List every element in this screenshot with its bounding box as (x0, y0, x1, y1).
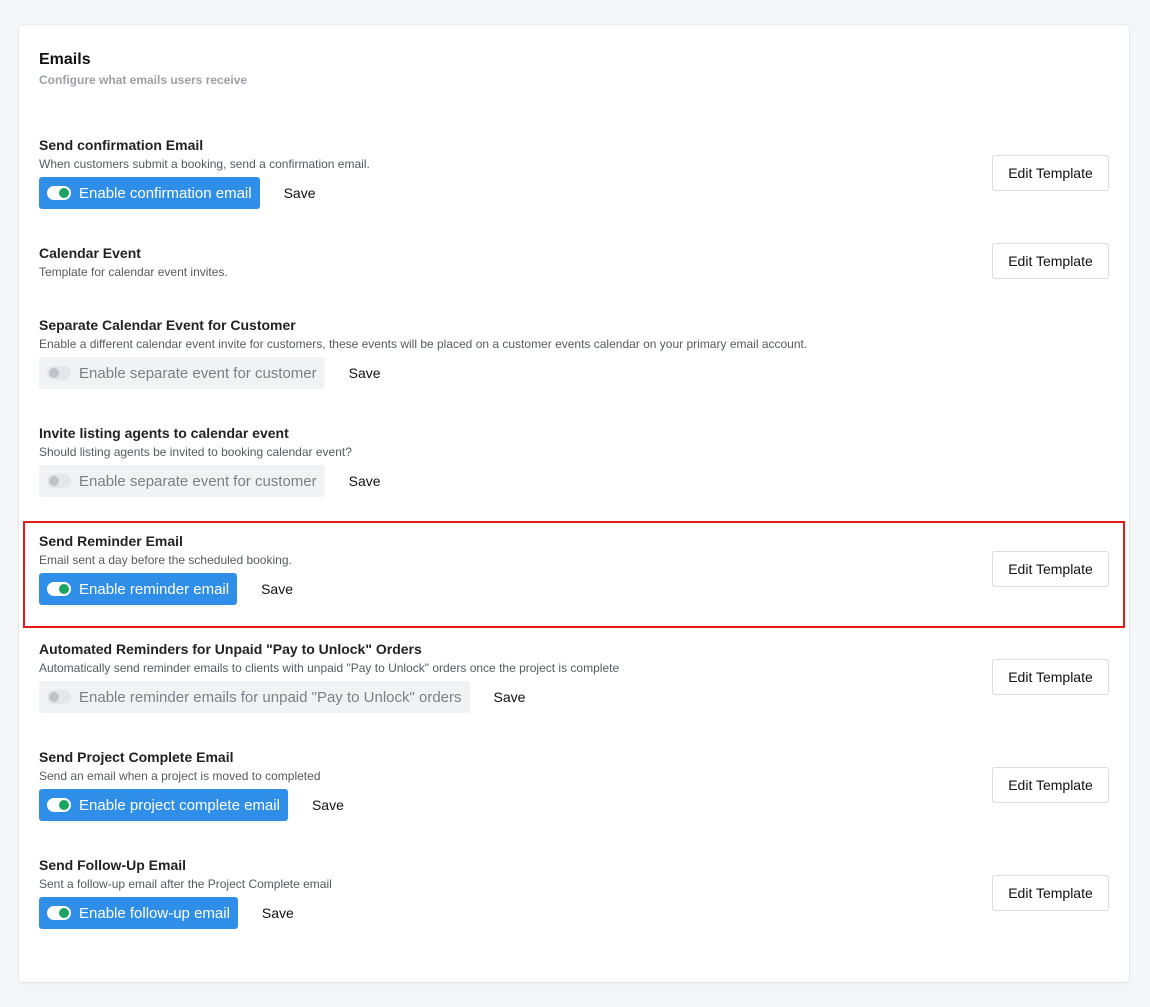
toggle-switch-icon (47, 798, 71, 812)
toggle-label: Enable separate event for customer (79, 364, 317, 382)
edit-template-button-unpaid-reminders[interactable]: Edit Template (992, 659, 1109, 695)
page-subtitle: Configure what emails users receive (39, 73, 248, 87)
section-description: Automatically send reminder emails to cl… (39, 661, 620, 675)
enable-confirmation-email-toggle[interactable]: Enable confirmation email (39, 177, 260, 209)
save-button[interactable]: Save (494, 689, 526, 705)
section-title: Invite listing agents to calendar event (39, 425, 289, 441)
toggle-label: Enable confirmation email (79, 184, 252, 202)
toggle-label: Enable reminder email (79, 580, 230, 598)
section-title: Send Project Complete Email (39, 749, 234, 765)
toggle-switch-icon (47, 474, 71, 488)
toggle-label: Enable separate event for customer (79, 472, 317, 490)
save-button[interactable]: Save (349, 365, 381, 381)
section-controls: Enable separate event for customer Save (39, 357, 381, 389)
section-description: Template for calendar event invites. (39, 265, 228, 279)
toggle-switch-icon (47, 186, 71, 200)
toggle-switch-icon (47, 906, 71, 920)
section-title: Calendar Event (39, 245, 141, 261)
section-title: Separate Calendar Event for Customer (39, 317, 296, 333)
enable-follow-up-toggle[interactable]: Enable follow-up email (39, 897, 238, 929)
edit-template-button-reminder[interactable]: Edit Template (992, 551, 1109, 587)
toggle-label: Enable follow-up email (79, 904, 230, 922)
enable-unpaid-reminders-toggle[interactable]: Enable reminder emails for unpaid "Pay t… (39, 681, 470, 713)
enable-separate-event-toggle[interactable]: Enable separate event for customer (39, 357, 325, 389)
section-title: Send confirmation Email (39, 137, 204, 153)
save-button[interactable]: Save (312, 797, 344, 813)
section-controls: Enable separate event for customer Save (39, 465, 381, 497)
section-description: Sent a follow-up email after the Project… (39, 877, 332, 891)
edit-template-button-project-complete[interactable]: Edit Template (992, 767, 1109, 803)
invite-listing-agents-toggle[interactable]: Enable separate event for customer (39, 465, 325, 497)
edit-template-button-confirmation[interactable]: Edit Template (992, 155, 1109, 191)
save-button[interactable]: Save (284, 185, 316, 201)
section-description: When customers submit a booking, send a … (39, 157, 370, 171)
save-button[interactable]: Save (262, 905, 294, 921)
section-description: Email sent a day before the scheduled bo… (39, 553, 292, 567)
section-title: Send Follow-Up Email (39, 857, 187, 873)
enable-reminder-email-toggle[interactable]: Enable reminder email (39, 573, 238, 605)
section-description: Enable a different calendar event invite… (39, 337, 808, 351)
save-button[interactable]: Save (349, 473, 381, 489)
section-controls: Enable confirmation email Save (39, 177, 316, 209)
save-button[interactable]: Save (261, 581, 293, 597)
edit-template-button-follow-up[interactable]: Edit Template (992, 875, 1109, 911)
section-title: Send Reminder Email (39, 533, 183, 549)
edit-template-button-calendar-event[interactable]: Edit Template (992, 243, 1109, 279)
toggle-label: Enable reminder emails for unpaid "Pay t… (79, 688, 462, 706)
section-controls: Enable reminder email Save (39, 573, 293, 605)
section-title: Automated Reminders for Unpaid "Pay to U… (39, 641, 422, 657)
section-controls: Enable project complete email Save (39, 789, 344, 821)
section-controls: Enable follow-up email Save (39, 897, 294, 929)
section-description: Should listing agents be invited to book… (39, 445, 352, 459)
emails-settings-card: Emails Configure what emails users recei… (19, 25, 1129, 982)
page-title: Emails (39, 51, 91, 68)
enable-project-complete-toggle[interactable]: Enable project complete email (39, 789, 288, 821)
toggle-label: Enable project complete email (79, 796, 280, 814)
toggle-switch-icon (47, 366, 71, 380)
toggle-switch-icon (47, 690, 71, 704)
toggle-switch-icon (47, 582, 71, 596)
section-description: Send an email when a project is moved to… (39, 769, 321, 783)
section-controls: Enable reminder emails for unpaid "Pay t… (39, 681, 525, 713)
